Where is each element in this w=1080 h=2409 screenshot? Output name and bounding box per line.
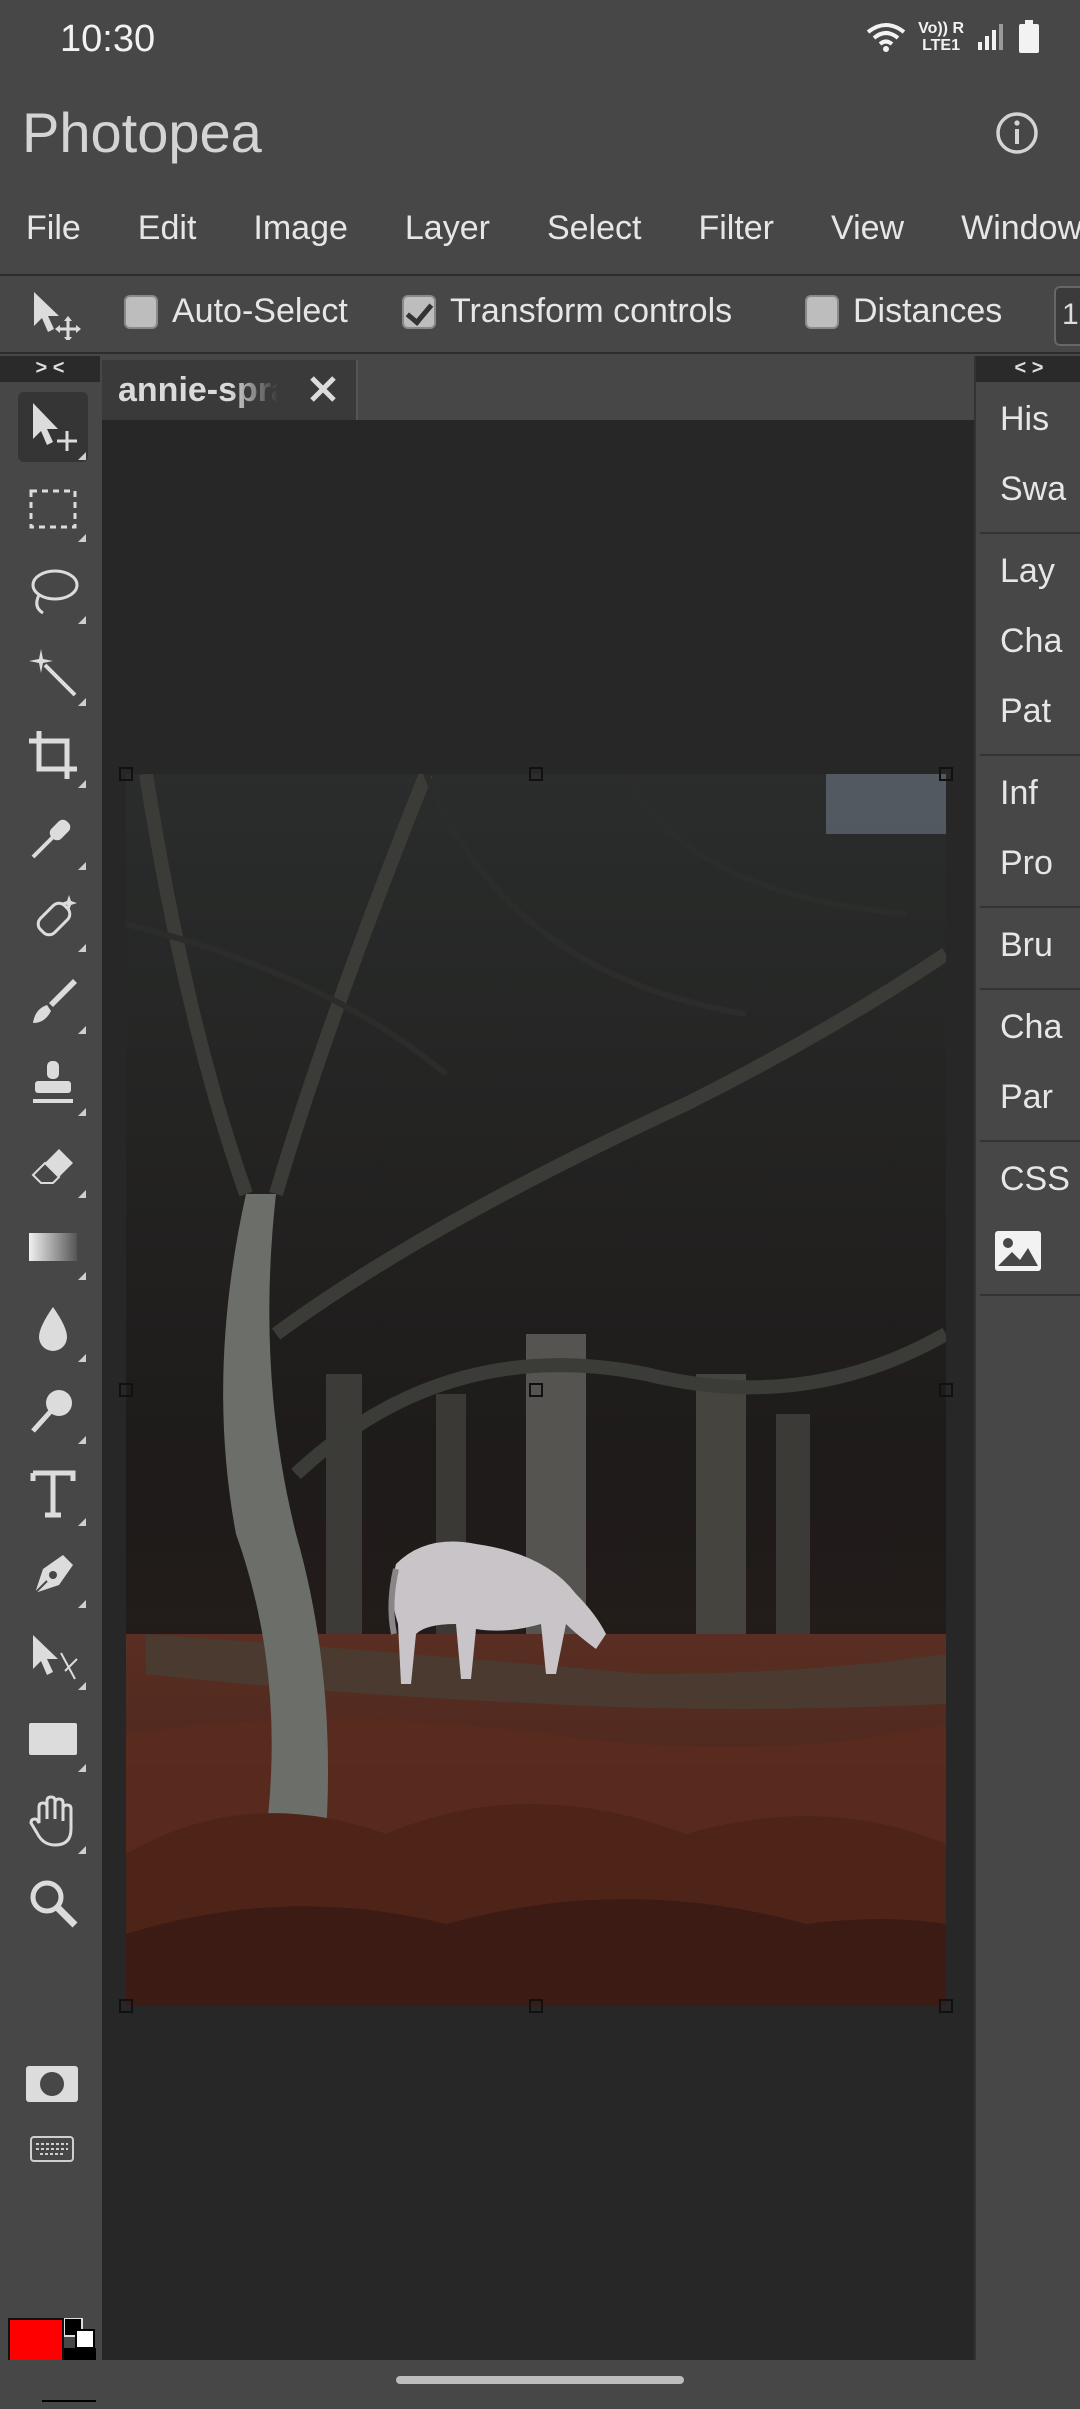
divider: [980, 754, 1080, 756]
divider: [980, 1140, 1080, 1142]
pen-tool[interactable]: [18, 1540, 88, 1610]
auto-select-label: Auto-Select: [172, 292, 348, 330]
transform-handle[interactable]: [119, 767, 133, 781]
quick-mask-icon[interactable]: [24, 2064, 80, 2109]
home-indicator[interactable]: [396, 2376, 684, 2384]
panel-channels[interactable]: Cha: [1000, 622, 1062, 661]
move-tool[interactable]: [18, 392, 88, 462]
transform-handle[interactable]: [529, 1999, 543, 2013]
distances-checkbox[interactable]: [805, 294, 839, 329]
distances-label: Distances: [853, 292, 1003, 330]
wifi-icon: [866, 22, 906, 52]
right-panel: < > His Swa Lay Cha Pat Inf Pro Bru Cha …: [974, 356, 1080, 2372]
menu-window[interactable]: Window: [935, 200, 1080, 272]
auto-select-option[interactable]: Auto-Select: [124, 292, 348, 331]
document-tab-bar: annie-spratt: [102, 356, 974, 420]
panel-paragraph[interactable]: Par: [1000, 1078, 1053, 1117]
brush-tool[interactable]: [18, 966, 88, 1036]
divider: [980, 532, 1080, 534]
options-bar: Auto-Select Transform controls Distances…: [0, 276, 1080, 352]
panel-history[interactable]: His: [1000, 400, 1049, 439]
battery-icon: [1018, 20, 1040, 54]
menu-select[interactable]: Select: [521, 200, 642, 272]
panel-layers[interactable]: Lay: [1000, 552, 1055, 591]
path-select-tool[interactable]: [18, 1622, 88, 1692]
transform-handle[interactable]: [529, 1383, 543, 1397]
info-icon[interactable]: [994, 110, 1040, 156]
menu-file[interactable]: File: [0, 200, 81, 272]
right-panel-toggle[interactable]: < >: [976, 356, 1080, 382]
transform-handle[interactable]: [939, 1383, 953, 1397]
transform-controls-label: Transform controls: [450, 292, 733, 330]
zoom-tool[interactable]: [18, 1868, 88, 1938]
signal-icon: [976, 22, 1006, 52]
type-tool[interactable]: [18, 1458, 88, 1528]
move-tool-icon[interactable]: [28, 290, 88, 345]
magic-wand-tool[interactable]: [18, 638, 88, 708]
options-overflow-button[interactable]: 1: [1054, 286, 1080, 346]
transform-handle[interactable]: [119, 1383, 133, 1397]
default-colors-icon[interactable]: [63, 2317, 98, 2357]
document-tab[interactable]: annie-spratt: [102, 360, 358, 420]
transform-controls-option[interactable]: Transform controls: [402, 292, 732, 331]
lasso-tool[interactable]: [18, 556, 88, 626]
distances-option[interactable]: Distances: [805, 292, 1002, 331]
menu-view[interactable]: View: [805, 200, 904, 272]
menu-layer[interactable]: Layer: [379, 200, 490, 272]
panel-paths[interactable]: Pat: [1000, 692, 1051, 731]
rectangle-tool[interactable]: [18, 1704, 88, 1774]
divider: [980, 906, 1080, 908]
panel-character[interactable]: Cha: [1000, 1008, 1062, 1047]
healing-brush-tool[interactable]: [18, 884, 88, 954]
panel-css[interactable]: CSS: [1000, 1160, 1070, 1199]
eyedropper-tool[interactable]: [18, 802, 88, 872]
toolbar: > <: [0, 356, 100, 2402]
clone-stamp-tool[interactable]: [18, 1048, 88, 1118]
gradient-tool[interactable]: [18, 1212, 88, 1282]
dodge-tool[interactable]: [18, 1376, 88, 1446]
menu-filter[interactable]: Filter: [672, 200, 774, 272]
transform-handle[interactable]: [939, 1999, 953, 2013]
toolbar-toggle[interactable]: > <: [0, 356, 100, 382]
close-icon[interactable]: [306, 372, 340, 406]
menu-image[interactable]: Image: [227, 200, 348, 272]
status-bar: 10:30 Vo)) R LTE1: [0, 0, 1080, 80]
document-tab-title: annie-spratt: [118, 370, 278, 409]
divider: [0, 352, 1080, 354]
menu-bar: File Edit Image Layer Select Filter View…: [0, 200, 1080, 272]
eraser-tool[interactable]: [18, 1130, 88, 1200]
keyboard-icon[interactable]: [30, 2136, 74, 2167]
transform-controls-checkbox[interactable]: [402, 294, 436, 329]
app-title: Photopea: [22, 101, 262, 164]
marquee-tool[interactable]: [18, 474, 88, 544]
panel-properties[interactable]: Pro: [1000, 844, 1053, 883]
transform-handle[interactable]: [939, 767, 953, 781]
image-icon[interactable]: [994, 1230, 1042, 1277]
status-time: 10:30: [60, 18, 156, 60]
panel-info[interactable]: Inf: [1000, 774, 1038, 813]
crop-tool[interactable]: [18, 720, 88, 790]
divider: [980, 988, 1080, 990]
blur-tool[interactable]: [18, 1294, 88, 1364]
network-indicator: Vo)) R LTE1: [918, 20, 964, 54]
panel-swatches[interactable]: Swa: [1000, 470, 1066, 509]
transform-handle[interactable]: [529, 767, 543, 781]
auto-select-checkbox[interactable]: [124, 294, 158, 329]
status-icons: Vo)) R LTE1: [866, 20, 1040, 54]
menu-edit[interactable]: Edit: [112, 200, 197, 272]
transform-handle[interactable]: [119, 1999, 133, 2013]
panel-brush[interactable]: Bru: [1000, 926, 1053, 965]
divider: [980, 1294, 1080, 1296]
canvas-area[interactable]: [102, 420, 974, 2360]
hand-tool[interactable]: [18, 1786, 88, 1856]
